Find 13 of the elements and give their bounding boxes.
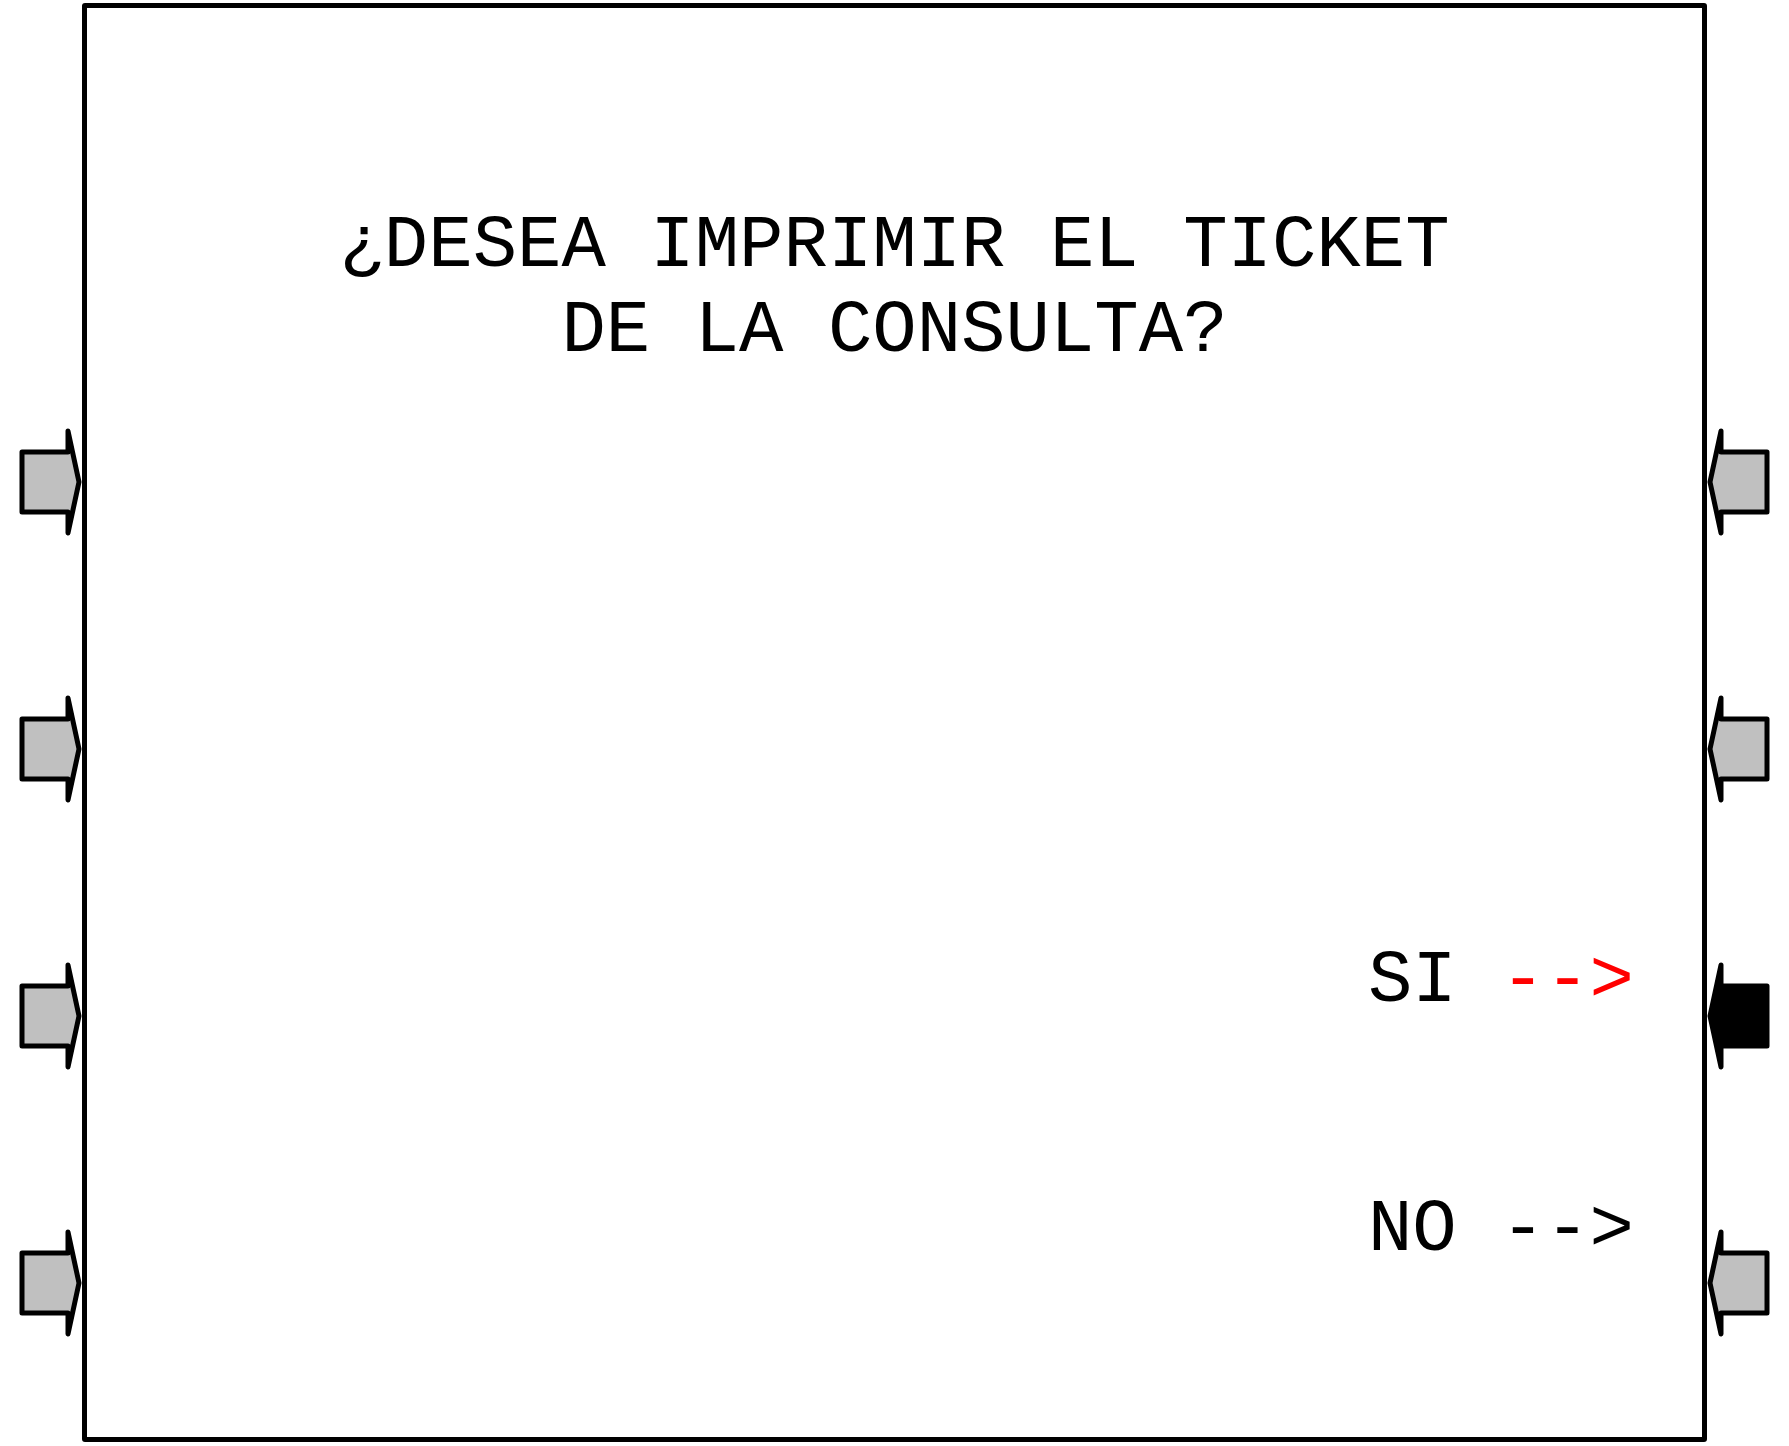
right-arrow-icon[interactable]: [18, 427, 82, 537]
left-arrow-icon[interactable]: [1707, 694, 1771, 804]
left-arrow-icon[interactable]: [1707, 427, 1771, 537]
left-arrow-icon[interactable]: [1707, 1228, 1771, 1338]
left-arrow-icon[interactable]: [1707, 961, 1771, 1071]
dashed-arrow-text: -->: [1500, 939, 1634, 1024]
option-label: NO: [1367, 1188, 1457, 1273]
option-label: SI: [1367, 939, 1457, 1024]
right-arrow-icon[interactable]: [18, 694, 82, 804]
dashed-arrow-text: -->: [1500, 1188, 1634, 1273]
right-arrow-icon[interactable]: [18, 1228, 82, 1338]
right-arrow-icon[interactable]: [18, 961, 82, 1071]
prompt-text: ¿DESEA IMPRIMIR EL TICKET DE LA CONSULTA?: [338, 204, 1451, 374]
